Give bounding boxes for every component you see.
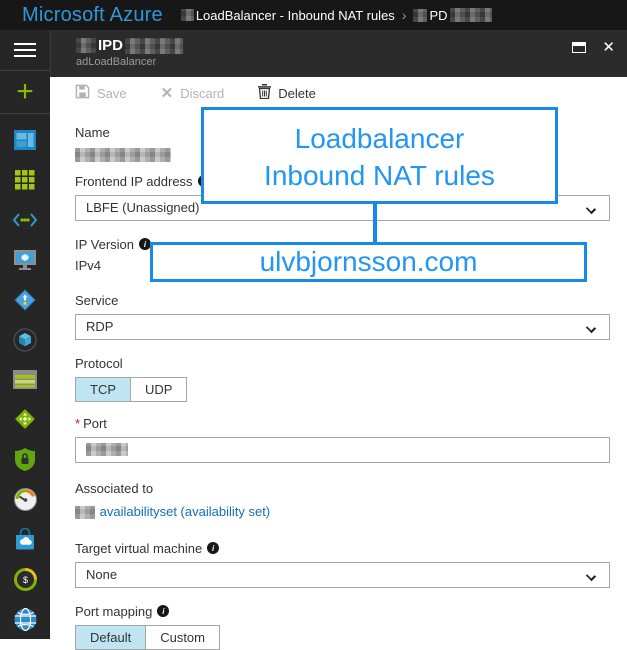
blade-header: IPD adLoadBalancer ✕ <box>50 30 627 77</box>
subscriptions-window-icon[interactable] <box>0 360 50 400</box>
censored-block <box>180 9 194 21</box>
security-center-shield-icon[interactable] <box>0 439 50 479</box>
virtual-network-globe-icon[interactable] <box>0 599 50 639</box>
availability-set-link[interactable]: availabilityset (availability set) <box>100 504 271 519</box>
protocol-label: Protocol <box>75 355 123 371</box>
annotation-watermark: ulvbjornsson.com <box>259 246 478 277</box>
save-icon <box>75 84 90 102</box>
info-icon[interactable]: i <box>207 542 220 555</box>
port-input[interactable] <box>75 436 610 463</box>
discard-button[interactable]: ✕ Discard <box>161 84 225 102</box>
all-resources-grid-icon[interactable] <box>0 160 50 200</box>
breadcrumb-loadbalancer[interactable]: LoadBalancer - Inbound NAT rules <box>180 8 395 23</box>
annotation-title-box: Loadbalancer Inbound NAT rules <box>201 107 558 204</box>
sidebar: + $ <box>0 30 50 639</box>
maximize-icon[interactable] <box>572 42 587 53</box>
breadcrumb: LoadBalancer - Inbound NAT rules › PD <box>180 7 492 23</box>
divider <box>0 112 50 114</box>
top-bar: Microsoft Azure LoadBalancer - Inbound N… <box>0 0 627 30</box>
censored-block <box>86 443 128 457</box>
port-mapping-custom-button[interactable]: Custom <box>145 625 219 649</box>
port-mapping-default-button[interactable]: Default <box>76 625 146 649</box>
port-mapping-toggle: Default Custom <box>75 624 220 650</box>
target-vm-label: Target virtual machine i <box>75 541 610 556</box>
dashboard-icon[interactable] <box>0 120 50 160</box>
trash-icon <box>258 84 272 102</box>
breadcrumb-current[interactable]: PD <box>413 8 492 23</box>
port-mapping-label: Port mapping i <box>75 604 610 619</box>
menu-icon[interactable] <box>0 30 50 70</box>
breadcrumb-separator: › <box>401 7 407 23</box>
chevron-down-icon <box>585 203 597 214</box>
censored-block <box>449 8 492 22</box>
save-button[interactable]: Save <box>75 84 127 102</box>
blade-title: IPD <box>76 37 627 54</box>
traffic-manager-diamond-icon[interactable] <box>0 399 50 439</box>
annotation-watermark-box: ulvbjornsson.com <box>150 242 587 282</box>
annotation-line2: Inbound NAT rules <box>264 160 495 191</box>
marketplace-bag-icon[interactable] <box>0 519 50 559</box>
associated-to-label: Associated to <box>75 480 154 496</box>
virtual-machines-monitor-icon[interactable] <box>0 240 50 280</box>
annotation-line1: Loadbalancer <box>294 123 465 154</box>
azure-brand[interactable]: Microsoft Azure <box>22 4 163 27</box>
svg-text:$: $ <box>22 575 27 585</box>
annotation-connector-line <box>373 204 377 244</box>
required-asterisk: * <box>75 415 81 431</box>
protocol-udp-button[interactable]: UDP <box>130 377 187 401</box>
cost-management-icon[interactable]: $ <box>0 559 50 599</box>
new-plus-icon[interactable]: + <box>0 71 50 113</box>
info-icon[interactable]: i <box>157 605 170 618</box>
associated-to-value: availabilityset (availability set) <box>75 504 610 519</box>
availability-set-diamond-icon[interactable] <box>0 280 50 320</box>
censored-block <box>125 37 184 54</box>
target-vm-select[interactable]: None <box>75 561 610 588</box>
censored-block <box>76 38 96 53</box>
censored-block <box>413 8 428 22</box>
delete-button[interactable]: Delete <box>258 84 316 102</box>
censored-block <box>75 147 171 162</box>
protocol-toggle: TCP UDP <box>75 376 188 402</box>
chevron-down-icon <box>585 570 597 581</box>
service-select[interactable]: RDP <box>75 313 610 340</box>
command-bar: Save ✕ Discard Delete <box>50 77 627 109</box>
close-icon[interactable]: ✕ <box>602 40 615 55</box>
service-label: Service <box>75 292 119 308</box>
cube-icon[interactable] <box>0 320 50 360</box>
chevron-down-icon <box>585 322 597 333</box>
resource-groups-braces-icon[interactable] <box>0 200 50 240</box>
port-label: * Port <box>75 415 107 431</box>
protocol-tcp-button[interactable]: TCP <box>76 377 130 401</box>
monitor-gauge-icon[interactable] <box>0 479 50 519</box>
discard-x-icon: ✕ <box>160 85 174 102</box>
blade-subtitle: adLoadBalancer <box>76 56 157 68</box>
censored-block <box>75 505 95 519</box>
